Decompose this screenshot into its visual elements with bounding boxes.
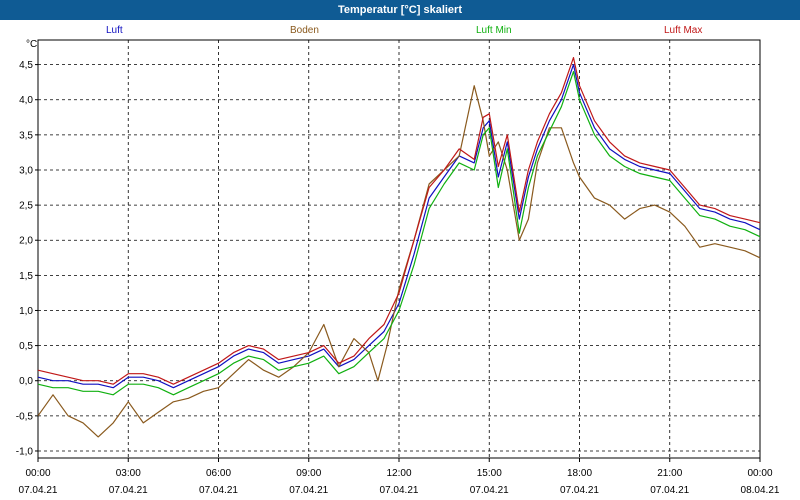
y-axis: -1,0 -0,5 0,0 0,5 1,0 1,5 2,0 2,5 3,0 3,5 4,0 4,5 xyxy=(16,60,38,457)
x-tick-time-label: 06:00 xyxy=(206,468,231,479)
x-tick-date-label: 07.04.21 xyxy=(380,485,419,496)
x-tick-time-label: 03:00 xyxy=(116,468,141,479)
x-axis: 00:00 07.04.21 03:00 07.04.21 06:00 07.04.21 0… xyxy=(19,458,780,496)
x-tick-date-label: 07.04.21 xyxy=(289,485,328,496)
x-tick-time-label: 09:00 xyxy=(296,468,321,479)
x-tick-time-label: 12:00 xyxy=(386,468,411,479)
x-tick-date-label: 07.04.21 xyxy=(109,485,148,496)
x-tick-date-label: 07.04.21 xyxy=(470,485,509,496)
y-tick-label: 2,0 xyxy=(19,236,33,247)
x-tick-time-label: 00:00 xyxy=(747,468,772,479)
x-tick-time-label: 15:00 xyxy=(477,468,502,479)
y-tick-label: 3,5 xyxy=(19,130,33,141)
y-tick-label: 2,5 xyxy=(19,201,33,212)
y-tick-label: 0,5 xyxy=(19,341,33,352)
x-tick-time-label: 18:00 xyxy=(567,468,592,479)
x-tick-date-label: 07.04.21 xyxy=(199,485,238,496)
x-tick-date-label: 07.04.21 xyxy=(19,485,58,496)
x-tick-date-label: 07.04.21 xyxy=(650,485,689,496)
x-tick-date-label: 08.04.21 xyxy=(741,485,780,496)
y-tick-label: 4,5 xyxy=(19,60,33,71)
x-tick-time-label: 21:00 xyxy=(657,468,682,479)
y-tick-label: -1,0 xyxy=(16,446,34,457)
x-tick-time-label: 00:00 xyxy=(25,468,50,479)
x-tick-date-label: 07.04.21 xyxy=(560,485,599,496)
y-tick-label: 1,0 xyxy=(19,306,33,317)
y-tick-label: 4,0 xyxy=(19,95,33,106)
line-chart: -1,0 -0,5 0,0 0,5 1,0 1,5 2,0 2,5 3,0 3,5 4,0 4,5 0… xyxy=(16,39,780,496)
y-tick-label: 1,5 xyxy=(19,271,33,282)
y-tick-label: 3,0 xyxy=(19,165,33,176)
y-tick-label: 0,0 xyxy=(19,376,33,387)
y-tick-label: -0,5 xyxy=(16,411,34,422)
